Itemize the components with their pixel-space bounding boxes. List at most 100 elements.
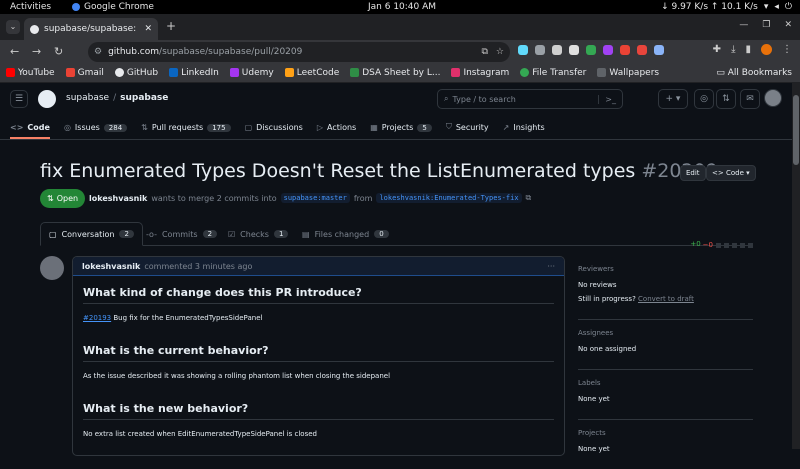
- browser-tab[interactable]: supabase/supabase: Th ✕: [24, 18, 158, 40]
- heading-current-behavior: What is the current behavior?: [83, 334, 554, 362]
- bookmark-gmail[interactable]: Gmail: [65, 68, 104, 78]
- cast-icon[interactable]: ⧉: [481, 47, 487, 57]
- close-window-button[interactable]: ✕: [784, 20, 792, 30]
- extension-icon[interactable]: [637, 45, 647, 55]
- activities-button[interactable]: Activities: [10, 2, 51, 12]
- page-scrollbar[interactable]: [792, 83, 800, 449]
- tab-commits[interactable]: -o- Commits 2: [146, 222, 218, 246]
- extension-icon[interactable]: [620, 45, 630, 55]
- extension-icon[interactable]: [654, 45, 664, 55]
- scrollbar-thumb[interactable]: [793, 95, 799, 165]
- pull-requests-icon[interactable]: ⇅: [716, 89, 736, 109]
- convert-to-draft-link[interactable]: Convert to draft: [638, 295, 694, 303]
- folder-icon: ▭: [716, 68, 728, 78]
- all-bookmarks[interactable]: ▭ All Bookmarks: [716, 68, 792, 78]
- profile-avatar[interactable]: [761, 44, 772, 55]
- os-top-bar: Activities Google Chrome Jan 6 10:40 AM …: [0, 0, 800, 14]
- paragraph: #20193 Bug fix for the EnumeratedTypesSi…: [83, 314, 263, 322]
- user-avatar[interactable]: [764, 89, 782, 107]
- maximize-button[interactable]: ❐: [762, 20, 770, 30]
- tab-discussions[interactable]: ▢ Discussions: [245, 123, 303, 139]
- bookmark-instagram[interactable]: Instagram: [451, 68, 509, 78]
- reviewers-heading[interactable]: Reviewers: [578, 265, 753, 273]
- assignees-section: Assignees No one assigned: [578, 320, 753, 370]
- sidepanel-icon[interactable]: ▮: [745, 44, 751, 55]
- tab-insights[interactable]: ↗ Insights: [503, 123, 545, 139]
- bookmark-udemy[interactable]: Udemy: [229, 68, 274, 78]
- volume-icon: ◂: [774, 2, 779, 12]
- comment-time[interactable]: commented 3 minutes ago: [144, 262, 252, 271]
- bookmark-wallpapers[interactable]: Wallpapers: [597, 68, 659, 78]
- kebab-menu-icon[interactable]: ···: [547, 262, 555, 271]
- download-icon[interactable]: ⤓: [731, 44, 735, 55]
- head-branch[interactable]: lokeshvasnik:Enumerated-Types-fix: [376, 193, 522, 203]
- comment-author[interactable]: lokeshvasnik: [82, 262, 140, 271]
- pr-meta: lokeshvasnik wants to merge 2 commits in…: [89, 193, 532, 203]
- pr-title-text: fix Enumerated Types Doesn't Reset the L…: [40, 160, 636, 182]
- back-button[interactable]: ←: [10, 45, 19, 58]
- labels-heading[interactable]: Labels: [578, 379, 753, 387]
- extension-icon[interactable]: [535, 45, 545, 55]
- new-tab-button[interactable]: +: [166, 19, 176, 33]
- puzzle-icon[interactable]: ✚: [713, 44, 721, 55]
- tab-checks[interactable]: ☑ Checks 1: [228, 222, 289, 246]
- copy-icon[interactable]: ⧉: [526, 193, 532, 203]
- github-logo-icon[interactable]: [38, 90, 56, 108]
- projects-section: Projects None yet: [578, 420, 753, 469]
- bookmark-linkedin[interactable]: LinkedIn: [169, 68, 219, 78]
- url-domain: github.com: [108, 47, 160, 57]
- clock[interactable]: Jan 6 10:40 AM: [368, 2, 436, 12]
- bookmark-file-transfer[interactable]: File Transfer: [520, 68, 586, 78]
- command-palette-icon[interactable]: >_: [598, 94, 616, 104]
- tab-strip: ⌄ supabase/supabase: Th ✕ + — ❐ ✕: [0, 14, 800, 40]
- hamburger-menu-button[interactable]: ☰: [10, 90, 28, 108]
- conversation-icon: ▢: [49, 229, 57, 239]
- bookmark-github[interactable]: GitHub: [114, 68, 158, 78]
- tab-projects[interactable]: ▦ Projects 5: [370, 123, 432, 139]
- extension-icon[interactable]: [569, 45, 579, 55]
- bookmark-leetcode[interactable]: LeetCode: [284, 68, 339, 78]
- address-bar[interactable]: ⚙ github.com/supabase/supabase/pull/2020…: [88, 42, 510, 62]
- extension-icon[interactable]: [603, 45, 613, 55]
- tab-files-changed[interactable]: ▤ Files changed 0: [302, 222, 389, 246]
- forward-button[interactable]: →: [32, 45, 41, 58]
- inbox-icon[interactable]: ✉: [740, 89, 760, 109]
- tab-pull-requests[interactable]: ⇅ Pull requests 175: [141, 123, 231, 139]
- react-extension-icon[interactable]: [518, 45, 528, 55]
- site-info-icon[interactable]: ⚙: [94, 47, 102, 57]
- minimize-button[interactable]: —: [739, 20, 748, 30]
- extension-icon[interactable]: [586, 45, 596, 55]
- owner-link[interactable]: supabase: [66, 93, 109, 103]
- edit-button[interactable]: Edit: [680, 165, 706, 181]
- app-menu[interactable]: Google Chrome: [72, 2, 154, 12]
- bookmark-star-icon[interactable]: ☆: [496, 47, 504, 57]
- paragraph: No extra list created when EditEnumerate…: [83, 430, 317, 438]
- tab-conversation[interactable]: ▢ Conversation 2: [40, 222, 143, 246]
- author-link[interactable]: lokeshvasnik: [89, 194, 147, 203]
- issue-link[interactable]: #20193: [83, 314, 111, 322]
- extension-icon[interactable]: [552, 45, 562, 55]
- app-name: Google Chrome: [84, 2, 154, 12]
- bookmark-youtube[interactable]: YouTube: [6, 68, 55, 78]
- base-branch[interactable]: supabase:master: [280, 193, 350, 203]
- search-input[interactable]: ⌕ Type / to search >_: [437, 89, 623, 109]
- code-dropdown-button[interactable]: <> Code ▾: [706, 165, 756, 181]
- create-new-button[interactable]: + ▾: [658, 89, 688, 109]
- assignees-heading[interactable]: Assignees: [578, 329, 753, 337]
- reload-button[interactable]: ↻: [54, 45, 63, 58]
- tab-issues[interactable]: ◎ Issues 284: [64, 123, 128, 139]
- bookmark-dsa-sheet[interactable]: DSA Sheet by L...: [350, 68, 440, 78]
- power-icon: ⏻: [784, 2, 792, 12]
- system-tray[interactable]: ↓ 9.97 K/s ↑ 10.1 K/s ▾ ◂ ⏻: [661, 2, 792, 12]
- close-tab-icon[interactable]: ✕: [144, 24, 152, 34]
- projects-heading[interactable]: Projects: [578, 429, 753, 437]
- tab-search-button[interactable]: ⌄: [6, 20, 20, 34]
- menu-icon[interactable]: ⋮: [782, 44, 792, 55]
- tab-code[interactable]: <> Code: [10, 123, 50, 139]
- tab-security[interactable]: ⛉ Security: [446, 122, 489, 139]
- tab-actions[interactable]: ▷ Actions: [317, 123, 356, 139]
- commenter-avatar[interactable]: [40, 256, 64, 280]
- repo-link[interactable]: supabase: [120, 93, 168, 103]
- issues-icon[interactable]: ◎: [694, 89, 714, 109]
- tab-title: supabase/supabase: Th: [44, 24, 139, 34]
